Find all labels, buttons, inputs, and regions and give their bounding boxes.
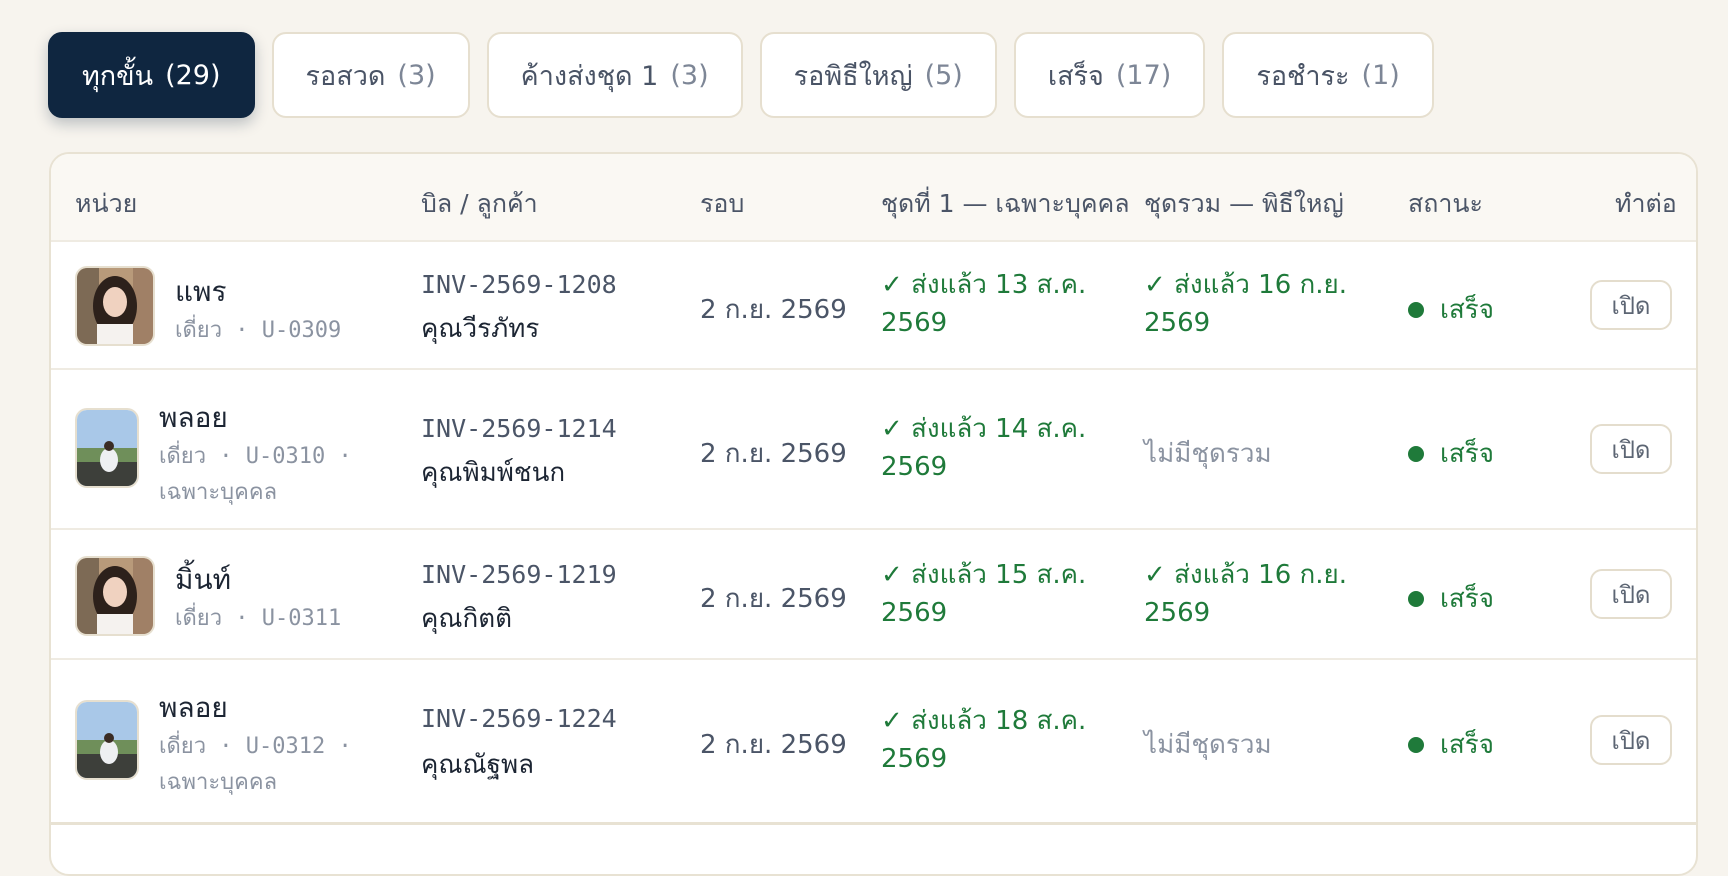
header-status: สถานะ (1408, 189, 1483, 218)
open-button[interactable]: เปิด (1590, 280, 1672, 330)
customer-name: คุณณัฐพล (421, 750, 535, 780)
group-line: ✓ ส่งแล้ว 16 ก.ย. (1144, 270, 1348, 300)
tab-label: ทุกขั้น (82, 60, 154, 92)
unit-sub-type: เฉพาะบุคคล (159, 480, 278, 505)
set1-year: 2569 (881, 308, 948, 338)
group-year: 2569 (1144, 598, 1211, 628)
group-status: ไม่มีชุดรวม (1144, 730, 1272, 760)
tab-label: เสร็จ (1047, 60, 1104, 92)
header-set1: ชุดที่ 1 — เฉพาะบุคคล (881, 189, 1130, 218)
avatar (75, 556, 155, 636)
tab-label: ค้างส่งชุด 1 (520, 60, 659, 92)
unit-sub: เดี่ยว · U-0309 (175, 318, 342, 343)
tab-count: (3) (397, 59, 436, 91)
group-year: 2569 (1144, 308, 1211, 338)
table-divider (51, 822, 1696, 825)
tab-label: รอพิธีใหญ่ (793, 60, 913, 92)
header-group: ชุดรวม — พิธีใหญ่ (1144, 189, 1344, 218)
set1-line: ✓ ส่งแล้ว 13 ส.ค. (881, 270, 1087, 300)
header-action: ทำต่อ (1615, 189, 1677, 218)
open-button[interactable]: เปิด (1590, 424, 1672, 474)
round-date: 2 ก.ย. 2569 (700, 295, 847, 325)
avatar (75, 266, 155, 346)
set1-status: ✓ ส่งแล้ว 14 ส.ค. 2569 (881, 410, 1086, 486)
tab-awaiting-payment[interactable]: รอชำระ (1) (1222, 32, 1434, 118)
customer-name: คุณกิตติ (421, 604, 513, 634)
avatar (75, 700, 139, 780)
unit-sub: เดี่ยว · U-0310 · (159, 444, 352, 469)
status-filter-tabs: ทุกขั้น (29) รอสวด (3) ค้างส่งชุด 1 (3) … (48, 32, 1434, 118)
tab-all[interactable]: ทุกขั้น (29) (48, 32, 255, 118)
set1-status: ✓ ส่งแล้ว 18 ส.ค. 2569 (881, 702, 1086, 778)
invoice-number: INV-2569-1219 (421, 560, 617, 589)
portrait-photo (77, 268, 153, 344)
header-round: รอบ (700, 189, 745, 218)
tab-count: (17) (1115, 59, 1172, 91)
set1-year: 2569 (881, 452, 948, 482)
status-badge: เสร็จ (1408, 578, 1494, 619)
status-text: เสร็จ (1440, 730, 1494, 760)
landscape-photo (77, 410, 137, 486)
set1-line: ✓ ส่งแล้ว 15 ส.ค. (881, 560, 1087, 590)
set1-line: ✓ ส่งแล้ว 18 ส.ค. (881, 706, 1087, 736)
unit-name: พลอย (159, 691, 228, 724)
status-dot-icon (1408, 445, 1424, 462)
table-row[interactable]: พลอย เดี่ยว · U-0310 · เฉพาะบุคคล INV-25… (51, 368, 1696, 530)
invoice-number: INV-2569-1208 (421, 270, 617, 299)
portrait-photo (77, 558, 153, 634)
status-dot-icon (1408, 736, 1424, 753)
open-button[interactable]: เปิด (1590, 715, 1672, 765)
unit-name: แพร (175, 275, 227, 308)
tab-pending-set1[interactable]: ค้างส่งชุด 1 (3) (486, 32, 743, 118)
status-dot-icon (1408, 301, 1424, 318)
tab-awaiting-chant[interactable]: รอสวด (3) (271, 32, 470, 118)
tab-count: (3) (670, 59, 709, 91)
table-row[interactable]: แพร เดี่ยว · U-0309 INV-2569-1208 คุณวีร… (51, 240, 1696, 370)
status-badge: เสร็จ (1408, 724, 1494, 765)
open-button[interactable]: เปิด (1590, 569, 1672, 619)
status-text: เสร็จ (1440, 584, 1494, 614)
unit-name: มิ้นท์ (175, 563, 232, 596)
round-date: 2 ก.ย. 2569 (700, 439, 847, 469)
unit-sub: เดี่ยว · U-0311 (175, 606, 342, 631)
round-date: 2 ก.ย. 2569 (700, 730, 847, 760)
group-line: ✓ ส่งแล้ว 16 ก.ย. (1144, 560, 1348, 590)
invoice-number: INV-2569-1224 (421, 704, 617, 733)
set1-status: ✓ ส่งแล้ว 15 ส.ค. 2569 (881, 556, 1086, 632)
set1-year: 2569 (881, 744, 948, 774)
table-row[interactable]: มิ้นท์ เดี่ยว · U-0311 INV-2569-1219 คุณ… (51, 528, 1696, 660)
landscape-photo (77, 702, 137, 778)
orders-table: หน่วย บิล / ลูกค้า รอบ ชุดที่ 1 — เฉพาะบ… (49, 152, 1698, 876)
header-unit: หน่วย (75, 189, 138, 218)
tab-count: (1) (1361, 59, 1400, 91)
table-header: หน่วย บิล / ลูกค้า รอบ ชุดที่ 1 — เฉพาะบ… (51, 154, 1696, 240)
status-dot-icon (1408, 590, 1424, 607)
set1-line: ✓ ส่งแล้ว 14 ส.ค. (881, 414, 1087, 444)
customer-name: คุณวีรภัทร (421, 314, 540, 344)
unit-sub-type: เฉพาะบุคคล (159, 770, 278, 795)
tab-label: รอชำระ (1256, 60, 1350, 92)
tab-count: (29) (165, 59, 221, 91)
tab-awaiting-ceremony[interactable]: รอพิธีใหญ่ (5) (759, 32, 997, 118)
set1-year: 2569 (881, 598, 948, 628)
unit-name: พลอย (159, 401, 228, 434)
tab-count: (5) (924, 59, 963, 91)
table-row[interactable]: พลอย เดี่ยว · U-0312 · เฉพาะบุคคล INV-25… (51, 658, 1696, 824)
customer-name: คุณพิมพ์ชนก (421, 458, 566, 488)
invoice-number: INV-2569-1214 (421, 414, 617, 443)
group-status: ✓ ส่งแล้ว 16 ก.ย. 2569 (1144, 266, 1347, 342)
avatar (75, 408, 139, 488)
unit-sub: เดี่ยว · U-0312 · (159, 734, 352, 759)
header-bill: บิล / ลูกค้า (421, 189, 538, 218)
tab-done[interactable]: เสร็จ (17) (1013, 32, 1206, 118)
round-date: 2 ก.ย. 2569 (700, 584, 847, 614)
status-text: เสร็จ (1440, 295, 1494, 325)
set1-status: ✓ ส่งแล้ว 13 ส.ค. 2569 (881, 266, 1086, 342)
group-status: ไม่มีชุดรวม (1144, 439, 1272, 469)
tab-label: รอสวด (305, 60, 386, 92)
status-badge: เสร็จ (1408, 433, 1494, 474)
status-badge: เสร็จ (1408, 289, 1494, 330)
status-text: เสร็จ (1440, 439, 1494, 469)
group-status: ✓ ส่งแล้ว 16 ก.ย. 2569 (1144, 556, 1347, 632)
